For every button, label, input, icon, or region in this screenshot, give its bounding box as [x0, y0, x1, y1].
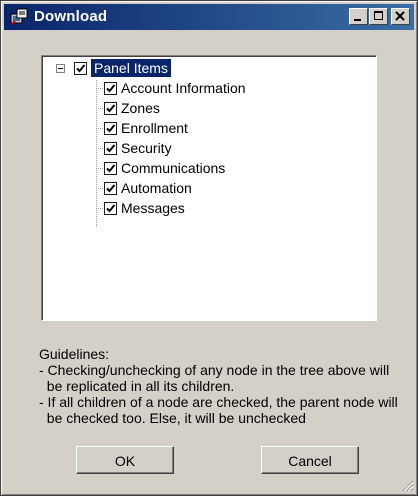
item-label: Account Information: [121, 80, 246, 96]
item-checkbox[interactable]: [104, 202, 117, 215]
resize-grip-icon[interactable]: [400, 478, 414, 492]
root-label[interactable]: Panel Items: [90, 58, 172, 78]
guidelines-heading: Guidelines:: [39, 346, 110, 362]
checkmark-icon: [106, 144, 116, 153]
tree-root-node[interactable]: Panel Items: [48, 58, 188, 78]
download-window: Download Panel Items Account Information…: [0, 0, 418, 496]
guideline-line: - Checking/unchecking of any node in the…: [39, 362, 390, 378]
item-label: Security: [121, 140, 172, 156]
maximize-icon: [374, 11, 383, 20]
tree-item-automation[interactable]: Automation: [104, 179, 364, 197]
tree-item-security[interactable]: Security: [104, 139, 364, 157]
tree-item-enrollment[interactable]: Enrollment: [104, 119, 364, 137]
checkmark-icon: [76, 64, 86, 73]
checkmark-icon: [106, 204, 116, 213]
guideline-line: be replicated in all its children.: [39, 378, 235, 394]
tree-item-communications[interactable]: Communications: [104, 159, 364, 177]
minimize-icon: [354, 19, 361, 21]
checkmark-icon: [106, 104, 116, 113]
tree-connector: [96, 188, 103, 189]
item-label: Enrollment: [121, 120, 188, 136]
item-checkbox[interactable]: [104, 82, 117, 95]
tree-connector: [96, 208, 103, 209]
checkmark-icon: [106, 124, 116, 133]
title-bar[interactable]: Download: [4, 4, 414, 30]
item-checkbox[interactable]: [104, 122, 117, 135]
guidelines-text: Guidelines: - Checking/unchecking of any…: [39, 346, 398, 426]
minimize-button[interactable]: [349, 8, 368, 25]
item-label: Zones: [121, 100, 160, 116]
tree-item-messages[interactable]: Messages: [104, 199, 364, 217]
item-checkbox[interactable]: [104, 182, 117, 195]
download-window-icon: [10, 8, 28, 25]
item-checkbox[interactable]: [104, 142, 117, 155]
tree-connector: [96, 108, 103, 109]
cancel-button[interactable]: Cancel: [261, 446, 359, 474]
root-checkbox[interactable]: [74, 62, 87, 75]
item-label: Automation: [121, 180, 192, 196]
tree-item-zones[interactable]: Zones: [104, 99, 364, 117]
tree-connector: [96, 88, 103, 89]
tree-connector: [96, 128, 103, 129]
tree-connector: [96, 80, 97, 227]
tree-connector: [96, 148, 103, 149]
checkmark-icon: [106, 184, 116, 193]
ok-button[interactable]: OK: [76, 446, 174, 474]
item-label: Communications: [121, 160, 226, 176]
item-checkbox[interactable]: [104, 162, 117, 175]
item-label: Messages: [121, 200, 185, 216]
guideline-line: be checked too. Else, it will be uncheck…: [39, 410, 306, 426]
maximize-button[interactable]: [369, 8, 388, 25]
guideline-line: - If all children of a node are checked,…: [39, 394, 398, 410]
close-icon: [395, 11, 405, 21]
item-checkbox[interactable]: [104, 102, 117, 115]
checkmark-icon: [106, 84, 116, 93]
tree-connector: [96, 168, 103, 169]
window-title: Download: [34, 8, 108, 25]
panel-items-tree[interactable]: Panel Items Account Information Zones En…: [41, 55, 377, 321]
close-button[interactable]: [391, 8, 410, 25]
tree-item-account-information[interactable]: Account Information: [104, 79, 364, 97]
collapse-icon[interactable]: [56, 64, 65, 73]
checkmark-icon: [106, 164, 116, 173]
